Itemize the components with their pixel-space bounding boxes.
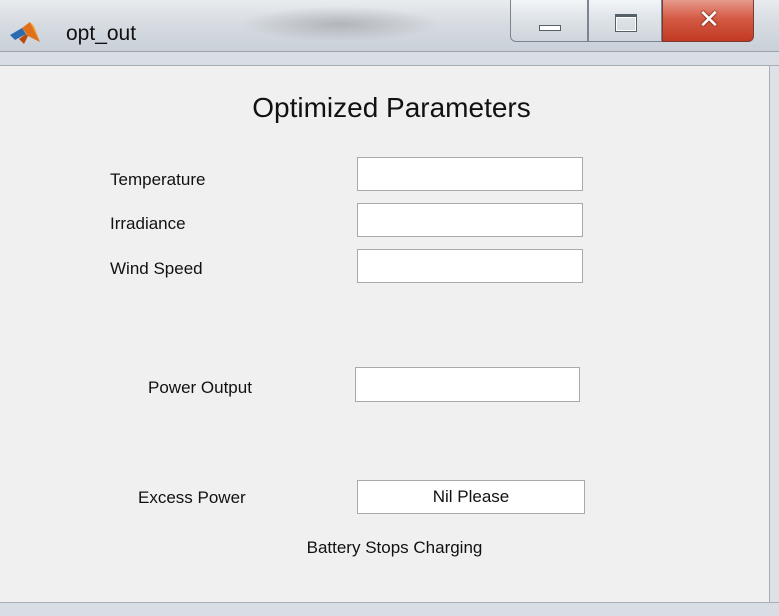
figure-window: opt_out ✕ Optimized Parameters Temperatu…: [0, 0, 779, 616]
wind-speed-field[interactable]: [357, 249, 583, 283]
irradiance-label: Irradiance: [110, 214, 186, 233]
temperature-field[interactable]: [357, 157, 583, 191]
title-bar[interactable]: opt_out ✕: [0, 0, 779, 52]
maximize-icon: [615, 14, 637, 32]
window-frame-right: [769, 66, 779, 602]
excess-power-field[interactable]: Nil Please: [357, 480, 585, 514]
minimize-icon: [539, 25, 561, 31]
minimize-button[interactable]: [510, 0, 588, 42]
close-button[interactable]: ✕: [662, 0, 754, 42]
power-output-label: Power Output: [148, 378, 252, 397]
close-icon: ✕: [698, 5, 720, 35]
irradiance-field[interactable]: [357, 203, 583, 237]
matlab-icon: [10, 22, 40, 44]
battery-status-text: Battery Stops Charging: [306, 538, 483, 557]
caption-buttons: ✕: [510, 0, 754, 44]
window-frame-bottom: [0, 602, 779, 616]
window-frame-top: [0, 52, 779, 66]
power-output-field[interactable]: [355, 367, 580, 402]
maximize-button[interactable]: [588, 0, 662, 42]
wind-speed-label: Wind Speed: [110, 259, 203, 278]
excess-power-label: Excess Power: [138, 488, 246, 507]
window-title: opt_out: [66, 22, 137, 45]
panel-heading: Optimized Parameters: [252, 92, 531, 123]
temperature-label: Temperature: [110, 170, 206, 189]
